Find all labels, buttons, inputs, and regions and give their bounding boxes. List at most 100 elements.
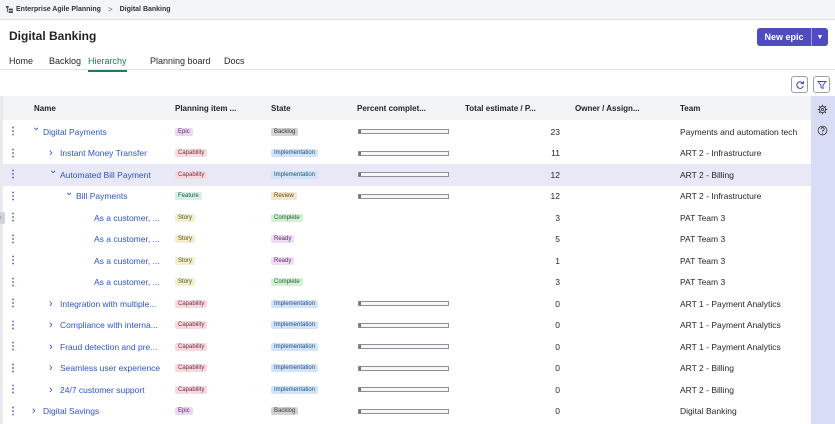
row-name-link[interactable]: Integration with multiple...: [60, 293, 156, 315]
column-header-row: Name Planning item ... State Percent com…: [0, 96, 811, 120]
estimate-cell: 0: [555, 384, 560, 395]
table-row[interactable]: ⋮ ⌄ Digital Payments Epic Backlog 23 Payments …: [0, 121, 811, 143]
row-name-link[interactable]: As a customer, ...: [94, 207, 160, 229]
state-badge: Implementation: [271, 342, 319, 351]
row-name-link[interactable]: Digital Savings: [43, 401, 99, 423]
row-name-link[interactable]: Seamless user experience: [60, 358, 160, 380]
chevron-down-icon[interactable]: ▼: [811, 28, 828, 46]
chevron-right-icon[interactable]: ›: [49, 315, 53, 337]
planning-item-cell: Capability: [175, 379, 208, 401]
planning-item-cell: Story: [175, 250, 196, 272]
planning-item-badge: Story: [175, 235, 196, 244]
table-row[interactable]: ⋮ › Digital Savings Epic Backlog 0 Digital Ban…: [0, 401, 811, 423]
estimate-cell: 5: [555, 234, 560, 245]
table-row[interactable]: ⋮ As a customer, ... Story Ready 1 PAT Team 3: [0, 250, 811, 272]
team-cell: PAT Team 3: [680, 234, 726, 245]
planning-item-badge: Epic: [175, 407, 193, 416]
state-cell: Backlog: [271, 121, 299, 143]
row-name-link[interactable]: 24/7 customer support: [60, 379, 145, 401]
right-rail: [811, 96, 835, 424]
planning-item-cell: Capability: [175, 315, 208, 337]
drag-handle-icon[interactable]: ›: [0, 212, 5, 224]
row-name-link[interactable]: Bill Payments: [76, 186, 128, 208]
table-row[interactable]: ⋮ › Fraud detection and pre... Capability Im…: [0, 336, 811, 358]
team-cell: ART 2 - Billing: [680, 363, 735, 374]
column-header-owner[interactable]: Owner / Assign...: [575, 104, 640, 113]
state-cell: Implementation: [271, 164, 319, 186]
estimate-cell: 0: [555, 320, 560, 331]
table-row[interactable]: ⋮ As a customer, ... Story Ready 5 PAT Team 3: [0, 229, 811, 251]
new-epic-label[interactable]: New epic: [757, 28, 811, 46]
row-menu-icon[interactable]: ⋮: [8, 164, 18, 186]
row-menu-icon[interactable]: ⋮: [8, 336, 18, 358]
row-menu-icon[interactable]: ⋮: [8, 229, 18, 251]
chevron-down-icon[interactable]: ⌄: [32, 117, 40, 139]
table-row[interactable]: ⋮ As a customer, ... Story Complete 3 PAT Tea…: [0, 272, 811, 294]
table-row[interactable]: ⋮ › Seamless user experience Capability Impl…: [0, 358, 811, 380]
chevron-right-icon[interactable]: ›: [32, 401, 36, 423]
row-name-link[interactable]: Digital Payments: [43, 121, 107, 143]
column-header-planning-item[interactable]: Planning item ...: [175, 104, 236, 113]
estimate-cell: 11: [551, 148, 560, 159]
estimate-cell: 1: [555, 255, 560, 266]
chevron-down-icon[interactable]: ⌄: [65, 182, 73, 204]
percent-cell: [358, 164, 449, 186]
chevron-right-icon[interactable]: ›: [49, 358, 53, 380]
table-row[interactable]: ⋮ ⌄ Bill Payments Feature Review 12 ART 2 - In…: [0, 186, 811, 208]
column-header-estimate[interactable]: Total estimate / P...: [465, 104, 536, 113]
filter-button[interactable]: [813, 76, 830, 93]
tab-planning-board[interactable]: Planning board: [150, 56, 211, 70]
row-menu-icon[interactable]: ⋮: [8, 186, 18, 208]
row-menu-icon[interactable]: ⋮: [8, 121, 18, 143]
tab-docs[interactable]: Docs: [224, 56, 245, 70]
new-epic-button[interactable]: New epic ▼: [757, 28, 828, 46]
tab-hierarchy[interactable]: Hierarchy: [88, 56, 127, 72]
row-menu-icon[interactable]: ⋮: [8, 250, 18, 272]
table-row[interactable]: ⋮ › Integration with multiple... Capability…: [0, 293, 811, 315]
row-menu-icon[interactable]: ⋮: [8, 143, 18, 165]
state-badge: Complete: [271, 278, 303, 287]
tab-home[interactable]: Home: [9, 56, 33, 70]
row-name-link[interactable]: As a customer, ...: [94, 250, 160, 272]
state-cell: Implementation: [271, 293, 319, 315]
row-name-link[interactable]: As a customer, ...: [94, 272, 160, 294]
refresh-button[interactable]: [791, 76, 808, 93]
state-cell: Review: [271, 186, 297, 208]
breadcrumb-item-enterprise[interactable]: Enterprise Agile Planning: [16, 6, 101, 13]
column-header-team[interactable]: Team: [680, 104, 700, 113]
chevron-right-icon[interactable]: ›: [49, 379, 53, 401]
gear-icon[interactable]: [817, 104, 828, 115]
row-menu-icon[interactable]: ⋮: [8, 358, 18, 380]
row-name-link[interactable]: As a customer, ...: [94, 229, 160, 251]
table-row[interactable]: ⋮ As a customer, ... Story Complete 3 PAT Tea…: [0, 207, 811, 229]
row-menu-icon[interactable]: ⋮: [8, 272, 18, 294]
chevron-right-icon[interactable]: ›: [49, 293, 53, 315]
column-header-percent[interactable]: Percent complet...: [357, 104, 426, 113]
planning-item-cell: Capability: [175, 143, 208, 165]
column-header-state[interactable]: State: [271, 104, 291, 113]
progress-bar: [358, 301, 449, 307]
help-icon[interactable]: [817, 125, 828, 136]
row-menu-icon[interactable]: ⋮: [8, 207, 18, 229]
row-name-link[interactable]: Fraud detection and pre...: [60, 336, 157, 358]
row-name-link[interactable]: Automated Bill Payment: [60, 164, 151, 186]
table-row[interactable]: ⋮ ⌄ Automated Bill Payment Capability Implem…: [0, 164, 811, 186]
row-name-link[interactable]: Instant Money Transfer: [60, 143, 147, 165]
table-row[interactable]: ⋮ › Compliance with interna... Capability Im…: [0, 315, 811, 337]
planning-item-badge: Feature: [175, 192, 202, 201]
row-name-link[interactable]: Compliance with interna...: [60, 315, 158, 337]
chevron-down-icon[interactable]: ⌄: [49, 160, 57, 182]
row-menu-icon[interactable]: ⋮: [8, 401, 18, 423]
chevron-right-icon[interactable]: ›: [49, 336, 53, 358]
tab-backlog[interactable]: Backlog: [49, 56, 81, 70]
row-menu-icon[interactable]: ⋮: [8, 315, 18, 337]
team-cell: ART 1 - Payment Analytics: [680, 298, 781, 309]
row-menu-icon[interactable]: ⋮: [8, 379, 18, 401]
planning-item-badge: Capability: [175, 170, 208, 179]
table-row[interactable]: ⋮ › Instant Money Transfer Capability Implem…: [0, 143, 811, 165]
left-gutter: [0, 96, 3, 424]
row-menu-icon[interactable]: ⋮: [8, 293, 18, 315]
progress-bar: [358, 172, 449, 178]
table-row[interactable]: ⋮ › 24/7 customer support Capability Impleme…: [0, 379, 811, 401]
column-header-name[interactable]: Name: [34, 104, 56, 113]
